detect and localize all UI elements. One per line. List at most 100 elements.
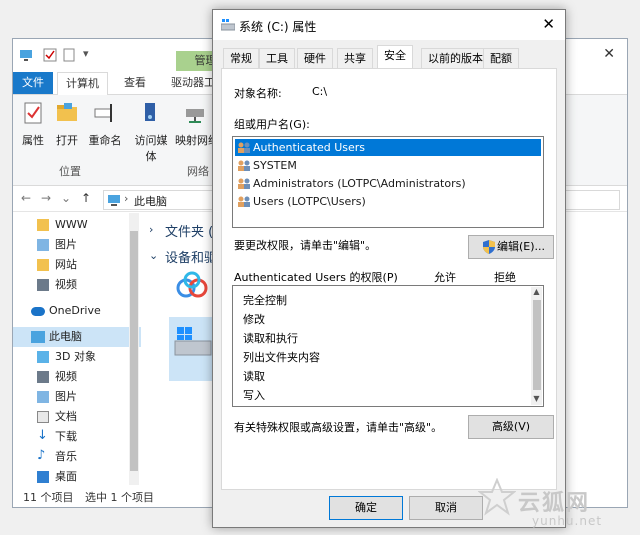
videos-icon — [37, 371, 49, 383]
group-users-label: 组或用户名(G): — [234, 118, 310, 131]
dialog-titlebar: 系统 (C:) 属性 ✕ — [213, 10, 565, 40]
devices-section-header[interactable]: 设备和驱 — [165, 247, 217, 266]
tab-quota[interactable]: 配额 — [483, 48, 519, 69]
sidebar-scroll-thumb[interactable] — [130, 231, 138, 471]
sidebar-item-label: 下载 — [55, 430, 77, 443]
user-name: Administrators (LOTPC\Administrators) — [253, 177, 466, 190]
map-network-drive-button[interactable]: 映射网络驱动器 — [175, 101, 215, 148]
map-network-drive-label: 映射网络驱动器 — [175, 134, 215, 147]
tab-tools[interactable]: 工具 — [259, 48, 295, 69]
deny-header: 拒绝 — [494, 271, 516, 284]
dialog-close-icon[interactable]: ✕ — [542, 15, 555, 33]
user-row[interactable]: Users (LOTPC\Users) — [235, 193, 541, 210]
permissions-label: Authenticated Users 的权限(P) — [234, 271, 398, 284]
permission-row: 读取 — [243, 370, 265, 383]
ok-button[interactable]: 确定 — [329, 496, 403, 520]
object-name-label: 对象名称: — [234, 87, 282, 100]
tab-sharing[interactable]: 共享 — [337, 48, 373, 69]
properties-button[interactable]: 属性 — [19, 101, 47, 148]
sidebar-item-videos-quick[interactable]: 视频 — [13, 275, 141, 295]
ribbon-group-network: 网络 — [187, 165, 209, 178]
sidebar-item-label: 网站 — [55, 258, 77, 271]
permissions-list: 完全控制 修改 读取和执行 列出文件夹内容 读取 写入 ▲ ▼ — [232, 285, 544, 407]
videos-icon — [37, 279, 49, 291]
access-media-button[interactable]: 访问媒体 — [133, 101, 169, 164]
permission-row: 列出文件夹内容 — [243, 351, 320, 364]
sidebar-item-downloads[interactable]: ↓ 下载 — [13, 427, 141, 447]
user-name: Users (LOTPC\Users) — [253, 195, 366, 208]
ribbon-group-location: 位置 — [59, 165, 81, 178]
uac-shield-icon — [483, 240, 495, 254]
edit-button[interactable]: 编辑(E)... — [468, 235, 554, 259]
properties-icon — [24, 102, 42, 124]
properties-check-icon[interactable] — [43, 48, 57, 62]
open-folder-icon — [57, 103, 77, 121]
access-media-label: 访问媒体 — [134, 134, 168, 163]
user-row[interactable]: Authenticated Users — [234, 138, 542, 157]
tab-general[interactable]: 常规 — [223, 48, 259, 69]
users-list: Authenticated Users SYSTEM Administrator… — [232, 136, 544, 228]
download-arrow-icon: ↓ — [37, 428, 48, 443]
properties-dialog: 系统 (C:) 属性 ✕ 常规 工具 硬件 共享 安全 以前的版本 配额 对象名… — [212, 9, 566, 528]
folder-icon — [37, 259, 49, 271]
quick-access-dropdown-icon[interactable]: ▾ — [83, 47, 89, 60]
tab-view[interactable]: 查看 — [116, 72, 154, 94]
sidebar-item-pictures[interactable]: 图片 — [13, 387, 141, 407]
change-permissions-hint: 要更改权限，请单击"编辑"。 — [234, 239, 377, 252]
watermark-text: 云狐网 — [518, 491, 591, 516]
folder-icon — [37, 219, 49, 231]
sidebar-item-desktop[interactable]: 桌面 — [13, 467, 141, 487]
scroll-up-icon[interactable]: ▲ — [531, 287, 542, 296]
cancel-button[interactable]: 取消 — [409, 496, 483, 520]
sidebar-item-label: 图片 — [55, 390, 77, 403]
sidebar-item-3d-objects[interactable]: 3D 对象 — [13, 347, 141, 367]
permissions-scroll-thumb[interactable] — [533, 300, 541, 390]
sidebar-item-this-pc[interactable]: 此电脑 — [13, 327, 141, 347]
user-row[interactable]: SYSTEM — [235, 157, 541, 174]
new-folder-icon[interactable] — [63, 48, 77, 62]
address-chevron-icon: › — [124, 192, 129, 205]
tab-previous-versions[interactable]: 以前的版本 — [421, 48, 490, 69]
sidebar-item-website[interactable]: 网站 — [13, 255, 141, 275]
recent-dropdown-icon[interactable]: ⌄ — [61, 191, 71, 205]
sidebar-item-onedrive[interactable]: OneDrive — [13, 301, 141, 321]
expand-chevron-icon[interactable]: › — [149, 223, 153, 236]
explorer-close-icon[interactable]: ✕ — [603, 46, 615, 62]
forward-arrow-icon[interactable]: → — [41, 191, 51, 205]
open-button[interactable]: 打开 — [53, 101, 81, 148]
tab-hardware[interactable]: 硬件 — [297, 48, 333, 69]
cloud-icon — [31, 307, 45, 316]
permission-row: 读取和执行 — [243, 332, 298, 345]
tab-security[interactable]: 安全 — [377, 45, 413, 69]
cube-icon — [37, 351, 49, 363]
advanced-button[interactable]: 高级(V) — [468, 415, 554, 439]
sidebar-item-label: 此电脑 — [49, 330, 82, 343]
tab-computer[interactable]: 计算机 — [57, 72, 108, 95]
collapse-chevron-icon[interactable]: ⌄ — [149, 249, 158, 262]
sidebar-item-videos[interactable]: 视频 — [13, 367, 141, 387]
watermark-url: yunhu.net — [532, 514, 603, 528]
up-arrow-icon[interactable]: ↑ — [81, 191, 91, 205]
drive-icon — [221, 19, 235, 31]
rename-label: 重命名 — [88, 134, 122, 147]
tab-file[interactable]: 文件 — [13, 72, 53, 94]
back-arrow-icon[interactable]: ← — [21, 191, 31, 205]
this-pc-icon — [108, 195, 120, 206]
dialog-title: 系统 (C:) 属性 — [239, 20, 317, 34]
sidebar-item-label: 音乐 — [55, 450, 77, 463]
sidebar-item-music[interactable]: ♪ 音乐 — [13, 447, 141, 467]
rename-button[interactable]: 重命名 — [87, 101, 123, 148]
computer-icon — [20, 50, 32, 61]
sidebar-item-label: 视频 — [55, 370, 77, 383]
sidebar-item-label: 图片 — [55, 238, 77, 251]
user-row[interactable]: Administrators (LOTPC\Administrators) — [235, 175, 541, 192]
scroll-down-icon[interactable]: ▼ — [531, 394, 542, 403]
sidebar-item-documents[interactable]: 文档 — [13, 407, 141, 427]
watermark-logo-icon — [478, 478, 516, 516]
sidebar-item-www[interactable]: WWW — [13, 215, 141, 235]
sidebar-item-pictures-quick[interactable]: 图片 — [13, 235, 141, 255]
pictures-icon — [37, 239, 49, 251]
security-panel: 对象名称: C:\ 组或用户名(G): Authenticated Users … — [221, 68, 557, 490]
sidebar-item-label: 视频 — [55, 278, 77, 291]
selected-count: 选中 1 个项目 — [85, 491, 154, 504]
